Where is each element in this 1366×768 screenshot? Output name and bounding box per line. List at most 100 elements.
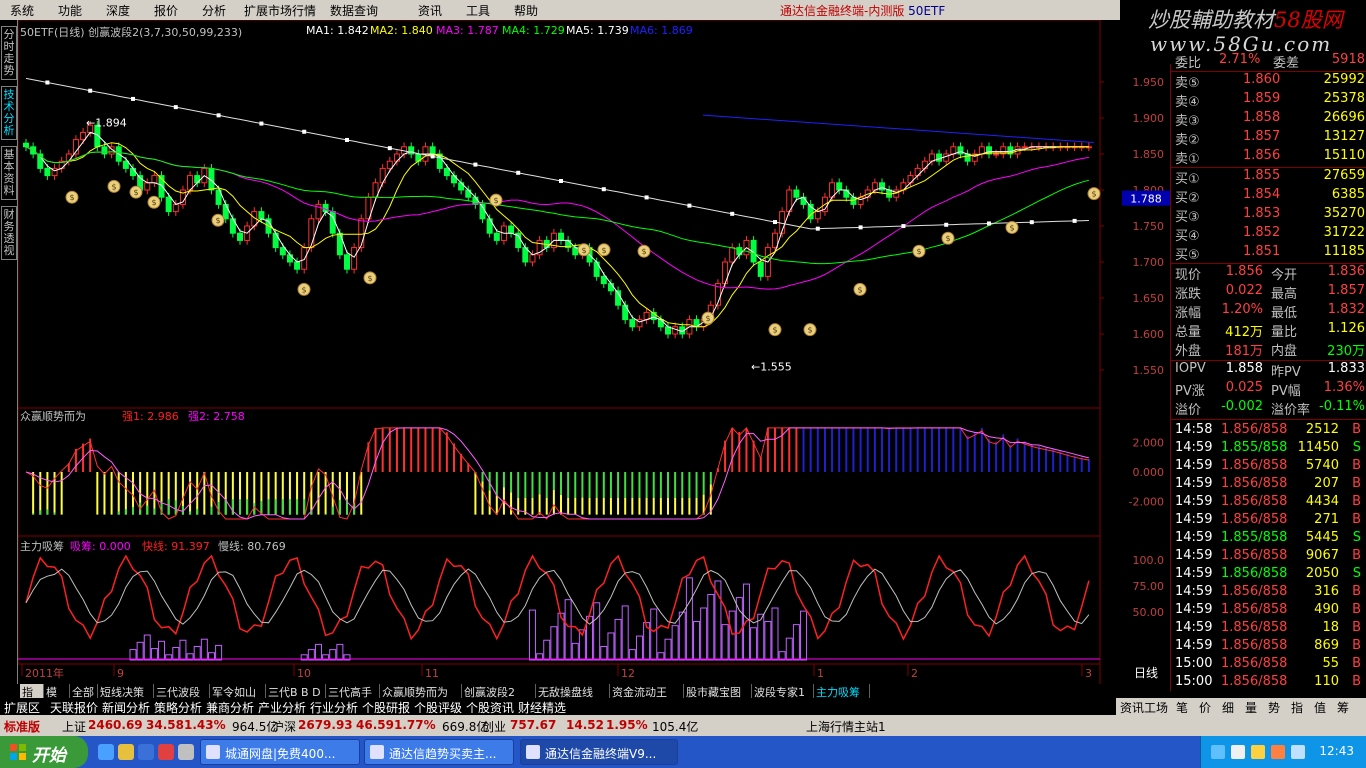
tick-direction: B [1352,674,1361,689]
menu-data-query[interactable]: 数据查询 [330,2,378,19]
menu-depth[interactable]: 深度 [106,2,130,19]
ext-tab[interactable]: 扩展区 [4,699,40,716]
iopv-value: 1.858 [1225,361,1263,376]
tick-volume: 207 [1314,476,1339,491]
indicator-tab[interactable]: 三代波段 [154,684,210,699]
tool-tab[interactable]: 量 [1245,699,1257,716]
menu-function[interactable]: 功能 [58,2,82,19]
ask-row: 卖⑤ 1.860 25992 [1173,72,1365,91]
start-button[interactable]: 开始 [0,736,88,768]
menu-quote[interactable]: 报价 [154,2,178,19]
task-tdx-terminal[interactable]: 通达信金融终端V9... [520,739,678,765]
tick-volume: 18 [1322,620,1339,635]
indicator-tab[interactable]: 主力吸筹 [814,684,870,699]
tab-intraday[interactable]: 分时走势 [1,26,17,80]
money-bag-glyph: $ [772,326,777,335]
ext-tab[interactable]: 天联报价 [50,699,98,716]
tool-tab[interactable]: 势 [1268,699,1280,716]
help-tray-icon[interactable] [1291,745,1305,759]
quote-panel: 委比 2.71% 委差 5918 卖⑤ 1.860 25992 卖④ 1.859 2537… [1170,52,1366,691]
tool-tab[interactable]: 值 [1314,699,1326,716]
candle-body [44,167,51,177]
volume-icon[interactable] [1231,745,1245,759]
ext-tab[interactable]: 个股评级 [414,699,462,716]
ma6-label: MA6: 1.869 [630,24,693,37]
chart-canvas[interactable]: 1.9501.9001.8501.8001.7501.7001.6501.600… [18,20,1170,684]
stat-label: 最低 [1271,306,1298,321]
info-workshop-tab[interactable]: 资讯工场 [1120,699,1168,716]
low-label: ←1.555 [751,360,792,373]
ext-tab[interactable]: 个股研报 [362,699,410,716]
y-tick-label: 1.550 [1133,364,1165,377]
order-diff-value: 5918 [1331,52,1365,67]
indicator-tab[interactable]: 指标 [20,684,44,715]
ma5-dot [345,137,349,142]
indicator-tab[interactable]: 短线决策 [98,684,154,699]
iopv-row: PV涨 0.025 PV幅 1.36% [1173,380,1365,399]
indicator-tab[interactable]: 众赢顺势而为 [380,684,462,699]
tab-financial[interactable]: 财务透视 [1,206,17,260]
ma2-line [25,142,1089,328]
indicator-tab[interactable]: 全部 [70,684,98,699]
chart-area[interactable]: 1.950 1.900 1.850 1.800 1.750 1.700 1.650 1.600… [18,20,1170,684]
indicator-tab[interactable]: 军令如山 [210,684,266,699]
indicator-tab[interactable]: 三代高手 [326,684,380,699]
indicator-tab[interactable]: 创赢波段2 [462,684,536,699]
quicklaunch-desktop-icon[interactable] [98,744,114,760]
tool-tab[interactable]: 笔 [1176,699,1188,716]
p3-accum-bar [685,577,693,661]
tab-technical[interactable]: 技术分析 [1,86,17,140]
ask-price: 1.856 [1243,148,1281,163]
p3-accum-bar [785,637,793,661]
ext-tab[interactable]: 个股资讯 [466,699,514,716]
ma5-dot [131,96,135,101]
left-tabs: 分时走势 技术分析 基本资料 财务透视 [0,20,18,684]
tick-price: 1.856/858 [1221,494,1288,509]
task-cloud-disk[interactable]: 城通网盘|免费400... [200,739,360,765]
p3-accum-bar [693,621,701,661]
menu-ext-market[interactable]: 扩展市场行情 [244,2,316,19]
quicklaunch-app-icon[interactable] [178,744,194,760]
indicator-tab[interactable]: 波段专家1 [752,684,814,699]
ask-volume: 15110 [1323,148,1365,163]
indicator-tab[interactable]: 资金流动王 [610,684,684,699]
quicklaunch-media-icon[interactable] [158,744,174,760]
app-tray-icon[interactable] [1271,745,1285,759]
ext-tab[interactable]: 财经精选 [518,699,566,716]
ext-tab[interactable]: 新闻分析 [102,699,150,716]
ext-tab[interactable]: 产业分析 [258,699,306,716]
tool-tab[interactable]: 价 [1199,699,1211,716]
network-icon[interactable] [1211,745,1225,759]
task-tdx-indicator[interactable]: 通达信趋势买卖主... [364,739,514,765]
server-status[interactable]: 上海行情主站1 [806,718,886,735]
ma5-dot [644,195,649,200]
tick-row: 14:59 1.855/858 11450 S [1173,440,1365,459]
tool-tab[interactable]: 筹 [1337,699,1349,716]
tick-row: 14:59 1.856/858 9067 B [1173,548,1365,567]
tick-time: 14:59 [1175,458,1213,473]
tab-fundamental[interactable]: 基本资料 [1,146,17,200]
menu-help[interactable]: 帮助 [514,2,538,19]
menu-tools[interactable]: 工具 [466,2,490,19]
tool-tab[interactable]: 细 [1222,699,1234,716]
ext-tab[interactable]: 行业分析 [310,699,358,716]
tool-tab[interactable]: 指 [1291,699,1303,716]
p3-accum-bar [600,645,608,661]
menu-analysis[interactable]: 分析 [202,2,226,19]
indicator-tab[interactable]: 模板 [44,684,70,715]
ime-icon[interactable] [1251,745,1265,759]
quicklaunch-ie-icon[interactable] [138,744,154,760]
ext-tab[interactable]: 策略分析 [154,699,202,716]
quicklaunch-folder-icon[interactable] [118,744,134,760]
p3-accum-bar [336,643,344,661]
indicator-tab[interactable]: 三代B B D [266,684,326,699]
money-bag-glyph: $ [151,198,156,207]
indicator-tab[interactable]: 股市藏宝图 [684,684,752,699]
ma5-dot [1072,218,1077,223]
candle-body [172,203,179,213]
menu-info[interactable]: 资讯 [418,2,442,19]
iopv-label: PV涨 [1175,384,1205,399]
ext-tab[interactable]: 兼商分析 [206,699,254,716]
indicator-tab[interactable]: 无敌操盘线 [536,684,610,699]
menu-system[interactable]: 系统 [10,2,34,19]
